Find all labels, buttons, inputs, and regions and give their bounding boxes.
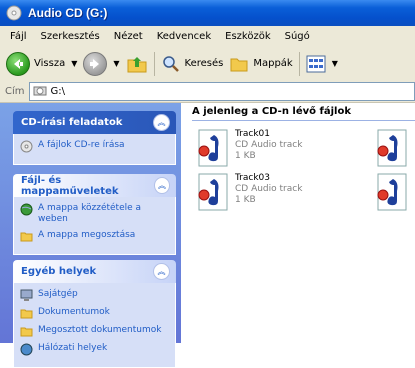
chevron-down-icon[interactable]: ▼ [113,59,119,68]
menu-bar: Fájl Szerkesztés Nézet Kedvencek Eszközö… [0,26,415,48]
file-tasks-body: A mappa közzététele a weben A mappa mego… [13,197,176,255]
collapse-icon[interactable]: ︽ [153,177,170,194]
share-folder-link[interactable]: A mappa megosztása [20,230,169,243]
task-pane: CD-írási feladatok ︽ A fájlok CD-re írás… [0,103,181,368]
file-info: Track01 CD Audio track 1 KB [235,129,302,167]
file-type: CD Audio track [235,140,303,150]
menu-view[interactable]: Nézet [114,31,143,42]
toolbar-separator [153,51,155,76]
forward-arrow-icon [83,51,108,76]
network-places-link[interactable]: Hálózati helyek [20,343,169,356]
shared-documents-label: Megosztott dokumentumok [38,325,162,335]
file-tasks-panel: Fájl- és mappaműveletek ︽ A mappa közzét… [13,174,176,255]
file-tasks-header[interactable]: Fájl- és mappaműveletek ︽ [13,174,176,197]
shared-documents-folder-icon [20,327,33,337]
address-input[interactable]: G:\ [28,81,415,101]
globe-icon [20,203,33,216]
folder-up-icon [127,56,147,72]
publish-web-link[interactable]: A mappa közzététele a weben [20,203,169,225]
publish-web-label: A mappa közzététele a weben [38,203,142,224]
content-group-header: A jelenleg a CD-n lévő fájlok [192,103,415,121]
address-label: Cím [5,85,25,97]
file-size: 1 KB [235,195,256,205]
address-bar: Cím G:\ [0,80,415,103]
documents-label: Dokumentumok [38,307,110,317]
my-computer-label: Sajátgép [38,289,78,299]
computer-icon [20,289,33,301]
file-type: CD Audio track [235,184,303,194]
burn-cd-icon [20,140,33,153]
file-item[interactable]: Track01 CD Audio track 1 KB [196,129,302,167]
file-size: 1 KB [235,151,256,161]
forward-button[interactable]: ▼ [83,51,120,76]
collapse-icon[interactable]: ︽ [153,114,170,131]
chevron-down-icon[interactable]: ▼ [71,59,77,68]
cd-tasks-header[interactable]: CD-írási feladatok ︽ [13,111,176,134]
folders-label: Mappák [253,58,293,69]
content-pane: A jelenleg a CD-n lévő fájlok Track01 CD… [181,103,415,343]
my-computer-link[interactable]: Sajátgép [20,289,169,302]
write-cd-label: A fájlok CD-re írása [38,140,125,150]
audio-track-icon [377,173,407,211]
chevron-down-icon[interactable]: ▼ [332,59,338,68]
cd-drive-icon [33,86,47,96]
documents-folder-icon [20,309,33,319]
menu-tools[interactable]: Eszközök [225,31,271,42]
other-places-title: Egyéb helyek [21,266,97,277]
file-tasks-title: Fájl- és mappaműveletek [21,174,119,197]
title-bar: Audio CD (G:) [0,0,415,26]
menu-favorites[interactable]: Kedvencek [157,31,211,42]
file-info: Track03 CD Audio track 1 KB [235,173,302,211]
audio-track-icon [198,129,228,167]
views-grid-icon [306,55,326,72]
file-item[interactable]: Track03 CD Audio track 1 KB [196,173,302,211]
write-cd-link[interactable]: A fájlok CD-re írása [20,140,169,153]
other-places-body: Sajátgép Dokumentumok Megosztott dokumen… [13,283,176,368]
cd-icon [6,5,22,21]
back-button[interactable]: Vissza ▼ [6,51,77,76]
menu-help[interactable]: Súgó [285,31,310,42]
documents-link[interactable]: Dokumentumok [20,307,169,320]
audio-track-icon [198,173,228,211]
back-arrow-icon [6,51,30,76]
toolbar-separator [298,51,300,76]
file-name: Track03 [235,173,271,183]
up-folder-button[interactable] [126,53,148,75]
cd-tasks-panel: CD-írási feladatok ︽ A fájlok CD-re írás… [13,111,176,165]
window-title: Audio CD (G:) [28,6,108,20]
shared-documents-link[interactable]: Megosztott dokumentumok [20,325,169,338]
cd-tasks-body: A fájlok CD-re írása [13,134,176,165]
other-places-panel: Egyéb helyek ︽ Sajátgép Dokumentumok Meg… [13,260,176,368]
back-label: Vissza [34,58,66,69]
share-folder-label: A mappa megosztása [38,230,136,240]
shared-folder-icon [20,232,33,242]
cd-tasks-title: CD-írási feladatok [21,117,123,128]
search-label: Keresés [184,58,224,69]
address-value: G:\ [50,85,66,97]
search-icon [162,55,179,72]
search-button[interactable]: Keresés [161,54,224,74]
file-name: Track01 [235,129,271,139]
toolbar: Vissza ▼ ▼ Keresés Mappák ▼ [0,47,415,81]
other-places-header[interactable]: Egyéb helyek ︽ [13,260,176,283]
network-icon [20,343,33,356]
file-item[interactable] [375,173,409,211]
collapse-icon[interactable]: ︽ [153,263,170,280]
audio-track-icon [377,129,407,167]
menu-file[interactable]: Fájl [10,31,27,42]
folders-button[interactable]: Mappák [229,54,293,74]
file-item[interactable] [375,129,409,167]
views-button[interactable]: ▼ [306,55,338,73]
network-places-label: Hálózati helyek [38,343,108,353]
menu-edit[interactable]: Szerkesztés [41,31,100,42]
folder-icon [230,58,248,71]
